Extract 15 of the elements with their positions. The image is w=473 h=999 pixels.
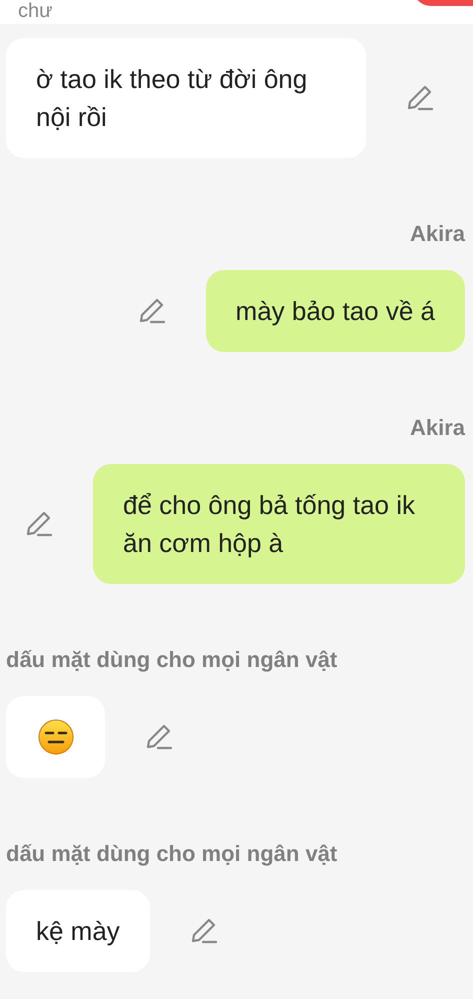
message-bubble: kệ mày (6, 890, 150, 972)
edit-icon[interactable] (406, 84, 434, 112)
expressionless-face-icon (38, 719, 74, 755)
message-bubble: mày bảo tao về á (206, 270, 465, 352)
message-bubble: để cho ông bả tống tao ik ăn cơm hộp à (93, 464, 465, 584)
sender-name: Akira (410, 220, 465, 248)
edit-icon[interactable] (190, 917, 218, 945)
message-bubble: ờ tao ik theo từ đời ông nội rồi (6, 38, 366, 158)
edit-icon[interactable] (138, 297, 166, 325)
note-label: dấu mặt dùng cho mọi ngân vật (6, 840, 338, 868)
edit-icon[interactable] (25, 510, 53, 538)
note-label: dấu mặt dùng cho mọi ngân vật (6, 646, 338, 674)
sender-name: Akira (410, 414, 465, 442)
edit-icon[interactable] (145, 723, 173, 751)
header-text: chư (18, 0, 53, 22)
